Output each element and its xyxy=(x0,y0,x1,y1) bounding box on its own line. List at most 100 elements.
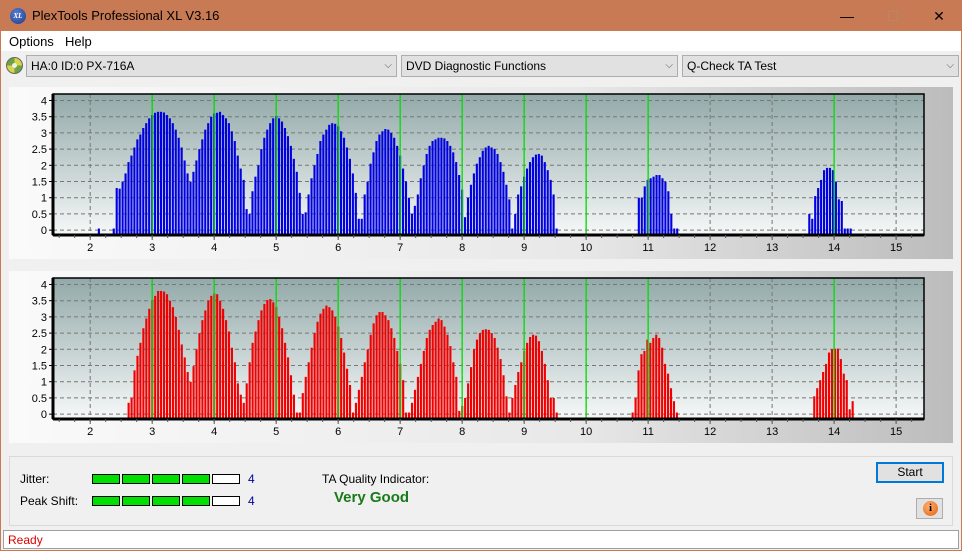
bar xyxy=(183,357,186,418)
bar xyxy=(387,129,390,234)
info-button[interactable]: i xyxy=(916,498,943,519)
bar xyxy=(543,363,546,418)
bar xyxy=(342,137,346,234)
menu-options[interactable]: Options xyxy=(9,34,54,49)
bar xyxy=(443,138,446,234)
bar xyxy=(310,347,313,418)
x-tick-label: 5 xyxy=(273,426,279,438)
bar xyxy=(192,171,195,234)
bar xyxy=(531,157,535,234)
bar xyxy=(546,380,549,418)
bar xyxy=(816,388,819,418)
bar xyxy=(655,175,658,234)
test-select[interactable]: Q-Check TA Test ⌵ xyxy=(682,55,959,77)
bar xyxy=(431,325,434,418)
bar xyxy=(207,123,210,234)
bar xyxy=(216,112,219,234)
bar xyxy=(649,342,652,418)
jitter-segment xyxy=(212,474,240,484)
bar xyxy=(322,308,325,418)
bar xyxy=(484,147,487,234)
bar xyxy=(257,320,260,418)
bar xyxy=(520,186,523,234)
bar xyxy=(278,118,281,234)
bar xyxy=(316,321,319,418)
bar xyxy=(328,124,331,234)
start-button[interactable]: Start xyxy=(876,462,944,483)
x-tick-label: 2 xyxy=(87,242,93,254)
bar xyxy=(124,173,127,234)
bar xyxy=(378,312,381,418)
bar xyxy=(446,334,449,418)
close-button[interactable]: ✕ xyxy=(916,1,962,31)
ta-quality-value: Very Good xyxy=(334,489,410,506)
bar xyxy=(517,194,520,234)
bar xyxy=(189,381,192,418)
bar xyxy=(159,111,163,234)
bar xyxy=(360,376,363,418)
bar xyxy=(499,359,502,418)
x-tick-label: 15 xyxy=(890,242,902,254)
x-tick-label: 13 xyxy=(766,242,778,254)
bar xyxy=(272,302,275,418)
ta-quality-label: TA Quality Indicator: xyxy=(322,472,430,486)
bar xyxy=(369,334,372,418)
function-select[interactable]: DVD Diagnostic Functions ⌵ xyxy=(401,55,678,77)
bar xyxy=(127,162,130,234)
bar xyxy=(413,205,416,234)
bar xyxy=(366,349,369,418)
bar xyxy=(410,213,413,234)
bar xyxy=(168,118,171,234)
y-tick-label: 0 xyxy=(41,225,47,237)
bar xyxy=(177,329,180,418)
x-tick-label: 5 xyxy=(273,242,279,254)
bar xyxy=(422,350,425,418)
bar xyxy=(384,315,387,418)
bar xyxy=(428,329,431,418)
y-tick-label: 0.5 xyxy=(32,209,47,221)
peak-shift-segment xyxy=(122,496,150,506)
bar xyxy=(236,383,239,418)
bar xyxy=(655,334,658,418)
drive-select[interactable]: HA:0 ID:0 PX-716A ⌵ xyxy=(26,55,397,77)
maximize-button[interactable]: ☐ xyxy=(870,1,916,31)
bar xyxy=(846,228,849,234)
bar xyxy=(148,118,151,234)
minimize-button[interactable]: — xyxy=(824,1,870,31)
bar xyxy=(667,191,670,234)
bar xyxy=(449,145,452,234)
ta-chart-top: 0 0.5 1 1.5 2 2.5 3 3.5 4 2 3 4 5 6 7 8 9 10 11 12 13 14 15 xyxy=(32,93,925,254)
bar xyxy=(643,350,646,418)
bar xyxy=(289,145,292,234)
bar xyxy=(266,129,269,234)
bar xyxy=(221,115,225,234)
bar xyxy=(393,337,396,418)
bar xyxy=(813,396,816,418)
bar xyxy=(416,194,419,234)
peak-shift-segment xyxy=(152,496,180,506)
bar xyxy=(254,176,257,234)
bar xyxy=(552,397,555,418)
bar xyxy=(219,300,222,418)
menu-help[interactable]: Help xyxy=(65,34,92,49)
bar xyxy=(224,320,228,418)
bar xyxy=(631,412,634,418)
bar xyxy=(363,194,366,234)
bar xyxy=(434,321,437,418)
bar xyxy=(825,167,829,234)
y-tick-label: 3 xyxy=(41,312,47,324)
bar xyxy=(514,213,517,234)
bar xyxy=(407,197,411,234)
drive-select-value: HA:0 ID:0 PX-716A xyxy=(31,59,135,73)
bar xyxy=(148,308,151,418)
y-tick-label: 2 xyxy=(41,344,47,356)
bar xyxy=(652,337,655,418)
bar xyxy=(827,352,831,418)
bar xyxy=(511,228,514,234)
bar xyxy=(189,181,192,234)
toolbar: HA:0 ID:0 PX-716A ⌵ DVD Diagnostic Funct… xyxy=(1,51,961,81)
bar xyxy=(393,137,396,234)
bar xyxy=(470,367,473,418)
peak-shift-segment xyxy=(212,496,240,506)
bar xyxy=(195,349,198,418)
